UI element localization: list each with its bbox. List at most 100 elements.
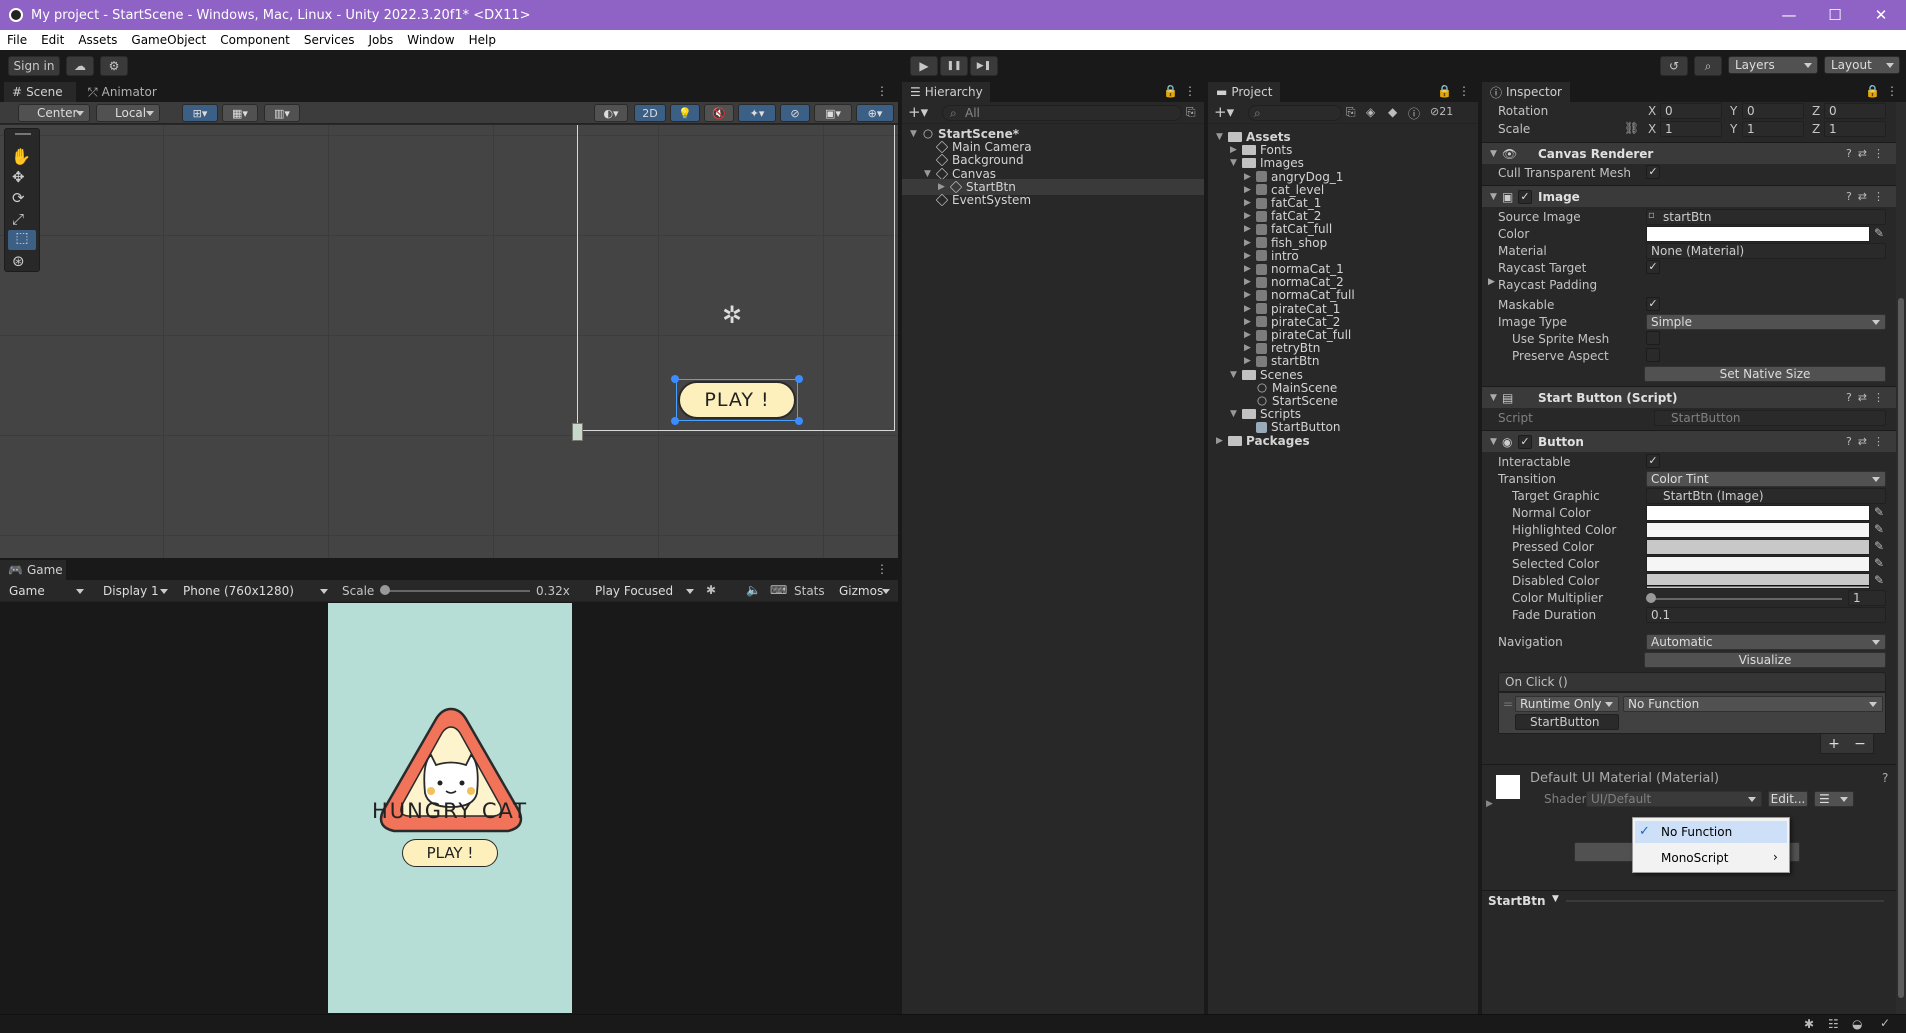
foldout-icon[interactable]: ▼ — [1216, 132, 1228, 142]
foldout-icon[interactable]: ▶ — [1244, 356, 1256, 366]
constrain-scale-icon[interactable]: ⛓ — [1624, 121, 1639, 135]
hierarchy-filter-icon[interactable]: ⎘ — [1186, 105, 1196, 120]
tab-animator[interactable]: ⤱ Animator — [80, 82, 170, 102]
inspector-menu-icon[interactable]: ⋮ — [1886, 84, 1898, 98]
scale-z-field[interactable]: 1 — [1824, 121, 1886, 137]
foldout-icon[interactable]: ▶ — [1244, 198, 1256, 208]
eyedropper-icon[interactable]: ✎ — [1874, 505, 1884, 519]
hierarchy-search-input[interactable]: All — [942, 105, 1182, 121]
foldout-icon[interactable]: ▶ — [1244, 185, 1256, 195]
scale-tool-icon[interactable]: ⤢ — [12, 210, 24, 228]
game-play-button[interactable]: PLAY ! — [402, 839, 498, 867]
foldout-icon[interactable]: ▼ — [1490, 393, 1497, 403]
handle-tr[interactable] — [795, 375, 803, 383]
tab-inspector[interactable]: ⓘ Inspector — [1482, 82, 1570, 102]
use-sprite-mesh-checkbox[interactable] — [1646, 331, 1660, 345]
foldout-icon[interactable]: ▶ — [1244, 330, 1256, 340]
transition-dropdown[interactable]: Color Tint — [1646, 471, 1886, 487]
selected-color-swatch[interactable] — [1646, 556, 1870, 572]
increment-icon[interactable]: ▥▾ — [264, 104, 300, 122]
footer-splitter[interactable] — [1566, 900, 1884, 902]
menu-jobs[interactable]: Jobs — [362, 33, 401, 47]
menu-file[interactable]: File — [0, 33, 34, 47]
inspector-lock-icon[interactable]: 🔒 — [1865, 84, 1880, 98]
raycast-target-checkbox[interactable]: ✓ — [1646, 260, 1660, 274]
scale-x-field[interactable]: 1 — [1660, 121, 1722, 137]
eyedropper-icon[interactable]: ✎ — [1874, 522, 1884, 536]
foldout-icon[interactable]: ▶ — [1244, 238, 1256, 248]
search-icon[interactable]: ⌕ — [1694, 56, 1722, 76]
cache-status-icon[interactable]: ☷ — [1828, 1017, 1839, 1031]
rotation-z-field[interactable]: 0 — [1824, 103, 1886, 119]
component-menu-icons[interactable]: ?⇄⋮ — [1846, 435, 1890, 448]
normal-color-swatch[interactable] — [1646, 505, 1870, 521]
visualize-button[interactable]: Visualize — [1644, 652, 1886, 668]
hierarchy-add-icon[interactable]: +▾ — [908, 103, 928, 121]
layers-dropdown[interactable]: Layers — [1728, 56, 1818, 74]
eyedropper-icon[interactable]: ✎ — [1874, 556, 1884, 570]
material-field[interactable]: None (Material) — [1646, 243, 1886, 259]
function-dropdown[interactable]: No Function — [1623, 696, 1883, 712]
tab-hierarchy[interactable]: ☰ Hierarchy — [902, 82, 990, 102]
interactable-checkbox[interactable]: ✓ — [1646, 454, 1660, 468]
grid-icon[interactable]: ▦▾ — [222, 104, 258, 122]
button-enabled-checkbox[interactable]: ✓ — [1518, 435, 1532, 449]
game-mode-dropdown[interactable]: Game — [2, 582, 90, 600]
foldout-icon[interactable]: ▶ — [1244, 264, 1256, 274]
project-add-icon[interactable]: +▾ — [1214, 103, 1234, 121]
sign-in-button[interactable]: Sign in — [8, 56, 60, 76]
foldout-icon[interactable]: ▼ — [1230, 370, 1242, 380]
play-button[interactable]: ▶ — [910, 56, 938, 76]
close-button[interactable]: ✕ — [1858, 0, 1904, 30]
display-dropdown[interactable]: Display 1 — [96, 582, 174, 600]
component-menu-icons[interactable]: ?⇄⋮ — [1846, 391, 1890, 404]
tab-scene[interactable]: # Scene — [4, 82, 76, 102]
foldout-icon[interactable]: ▶ — [1244, 343, 1256, 353]
shader-options-icon[interactable]: ☰ — [1814, 791, 1854, 807]
rotation-y-field[interactable]: 0 — [1742, 103, 1804, 119]
disabled-color-swatch[interactable] — [1646, 573, 1870, 589]
collab-icon[interactable]: ⚙ — [100, 56, 128, 76]
project-menu-icon[interactable]: ⋮ — [1458, 84, 1470, 98]
check-status-icon[interactable]: ✓ — [1880, 1016, 1890, 1030]
maskable-checkbox[interactable]: ✓ — [1646, 297, 1660, 311]
canvas-renderer-header[interactable]: ▼ 👁 Canvas Renderer ?⇄⋮ — [1482, 142, 1896, 164]
navigation-dropdown[interactable]: Automatic — [1646, 634, 1886, 650]
hand-tool-icon[interactable]: ✋ — [11, 147, 31, 166]
material-help-icon[interactable]: ? — [1882, 771, 1888, 785]
rotation-x-field[interactable]: 0 — [1660, 103, 1722, 119]
foldout-icon[interactable]: ▼ — [1230, 409, 1242, 419]
footer-object-name[interactable]: StartBtn — [1488, 894, 1546, 908]
history-icon[interactable]: ↺ — [1660, 56, 1688, 76]
material-foldout-icon[interactable]: ▶ — [1486, 799, 1493, 809]
pressed-color-swatch[interactable] — [1646, 539, 1870, 555]
hidden-count[interactable]: ⊘21 — [1430, 105, 1453, 118]
menu-help[interactable]: Help — [462, 33, 503, 47]
foldout-icon[interactable]: ▶ — [1244, 251, 1256, 261]
foldout-icon[interactable]: ▶ — [1244, 277, 1256, 287]
move-tool-icon[interactable]: ✥ — [12, 168, 25, 186]
raycast-padding-foldout-icon[interactable]: ▶ — [1488, 277, 1495, 287]
color-swatch[interactable] — [1646, 226, 1870, 242]
gizmos-icon[interactable]: ⊕▾ — [856, 104, 894, 122]
search-type-icon[interactable]: ⎘ — [1346, 105, 1356, 120]
cull-checkbox[interactable]: ✓ — [1646, 165, 1660, 179]
scale-y-field[interactable]: 1 — [1742, 121, 1804, 137]
handle-br[interactable] — [795, 417, 803, 425]
raycast-padding-label[interactable]: Raycast Padding — [1498, 278, 1597, 292]
set-native-size-button[interactable]: Set Native Size — [1644, 366, 1886, 382]
play-mode-dropdown[interactable]: Play Focused — [588, 582, 700, 600]
multiplier-slider[interactable] — [1650, 598, 1842, 600]
foldout-icon[interactable]: ▶ — [1244, 224, 1256, 234]
pause-button[interactable]: ❚❚ — [940, 56, 968, 76]
project-item[interactable]: ▶ Packages — [1208, 433, 1478, 449]
foldout-icon[interactable]: ▶ — [1244, 172, 1256, 182]
eyedropper-icon[interactable]: ✎ — [1874, 226, 1884, 240]
foldout-icon[interactable]: ▶ — [1244, 290, 1256, 300]
eyedropper-icon[interactable]: ✎ — [1874, 539, 1884, 553]
filter-label-icon[interactable]: ◆ — [1388, 105, 1397, 119]
image-type-dropdown[interactable]: Simple — [1646, 314, 1886, 330]
footer-dropdown-icon[interactable]: ▼ — [1552, 894, 1559, 904]
audio-icon[interactable]: 🔇 — [704, 104, 734, 122]
drag-handle-icon[interactable]: = — [1503, 697, 1513, 711]
